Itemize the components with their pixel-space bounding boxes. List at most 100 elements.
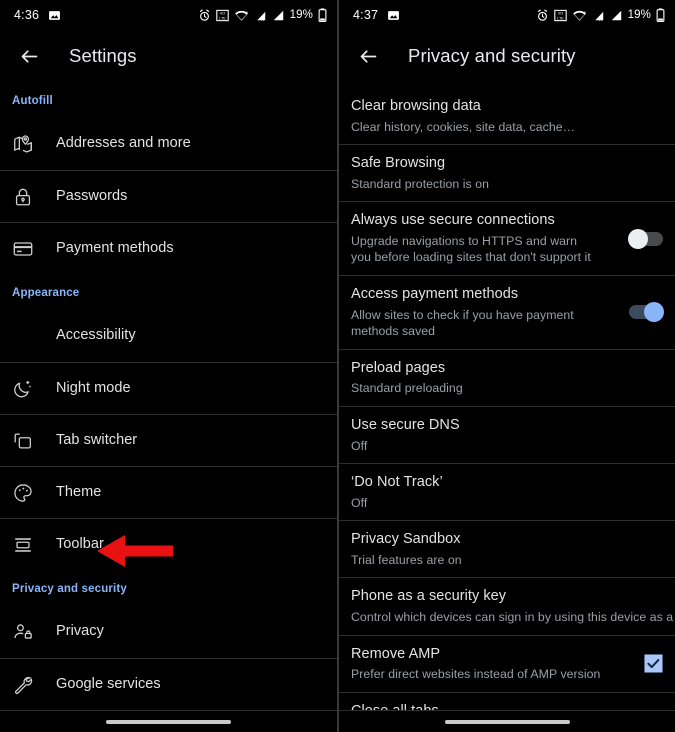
alarm-icon [537, 9, 547, 21]
palette-icon [12, 482, 56, 504]
wifi-off-icon: x [234, 9, 248, 21]
row-subtitle: Off [351, 495, 368, 510]
row-title: Passwords [56, 187, 128, 204]
sidebar-item-theme[interactable]: Theme [0, 466, 337, 518]
row-text: Google services [56, 666, 325, 704]
svg-text:LTE: LTE [557, 16, 564, 20]
row-title: Addresses and more [56, 135, 191, 152]
row-title: Night mode [56, 379, 131, 396]
row-text: Access payment methods Allow sites to ch… [351, 276, 621, 349]
toggle-access-payment-methods[interactable] [629, 302, 664, 323]
toggle-thumb [644, 302, 664, 323]
row-title: Tab switcher [56, 431, 138, 448]
sidebar-item-addresses-and-more[interactable]: Addresses and more [0, 118, 337, 170]
page-title: Settings [69, 45, 137, 66]
dual-screenshot-container: 4:36 VO LTE x R 19% Settings Autofill Ad… [0, 0, 675, 732]
image-icon [388, 10, 400, 20]
back-button[interactable] [14, 41, 44, 71]
list-item-always-use-secure-connections[interactable]: Always use secure connections Upgrade na… [339, 201, 675, 275]
row-text: Tab switcher [56, 422, 325, 460]
sidebar-item-google-services[interactable]: Google services [0, 658, 337, 710]
list-item-preload-pages[interactable]: Preload pages Standard preloading [339, 348, 675, 406]
home-indicator[interactable] [444, 719, 570, 724]
list-item-clear-browsing-data[interactable]: Clear browsing data Clear history, cooki… [339, 82, 675, 144]
svg-text:VO: VO [557, 11, 563, 15]
section-header-autofill: Autofill [12, 95, 53, 107]
status-bar-time: 4:36 [14, 8, 40, 22]
sidebar-item-passwords[interactable]: Passwords [0, 170, 337, 222]
sidebar-item-payment-methods[interactable]: Payment methods [0, 222, 337, 274]
addresses-icon [12, 133, 56, 155]
row-text: Preload pages Standard preloading [351, 350, 663, 406]
left-app-bar: Settings [0, 30, 337, 82]
home-indicator[interactable] [106, 719, 231, 724]
sidebar-item-toolbar[interactable]: Toolbar [0, 518, 337, 570]
arrow-back-icon [360, 49, 376, 63]
row-subtitle: Standard preloading [351, 381, 463, 396]
status-bar-system-icons: VO LTE x R 19% [536, 8, 665, 22]
lock-icon [12, 186, 56, 208]
row-title: Phone as a security key [351, 588, 507, 605]
signal-no-sim-icon: R [593, 9, 604, 22]
list-item-use-secure-dns[interactable]: Use secure DNS Off [339, 405, 675, 463]
row-text: Accessibility [56, 317, 325, 355]
battery-icon [318, 8, 327, 22]
row-control [644, 654, 663, 673]
signal-no-sim-icon: R [255, 9, 266, 22]
row-control [628, 228, 663, 249]
svg-text:VO: VO [219, 11, 225, 15]
right-phone-screen: 4:37 VO LTE x R 19% Privacy and security… [337, 0, 675, 732]
row-title: Remove AMP [351, 645, 441, 662]
row-text: Night mode [56, 370, 325, 408]
svg-text:R: R [599, 17, 602, 22]
status-bar-time: 4:37 [353, 8, 379, 22]
right-app-bar: Privacy and security [339, 30, 675, 82]
toggle-always-use-secure-connections[interactable] [628, 228, 663, 249]
row-title: Privacy [56, 623, 104, 640]
row-title: Use secure DNS [351, 416, 460, 433]
left-navigation-bar [0, 710, 337, 732]
list-item-safe-browsing[interactable]: Safe Browsing Standard protection is on [339, 144, 675, 201]
list-item-phone-as-a-security-key[interactable]: Phone as a security key Control which de… [339, 577, 675, 634]
sidebar-item-accessibility[interactable]: Accessibility [0, 310, 337, 362]
section-header-privacy-and-security: Privacy and security [12, 583, 127, 595]
arrow-back-icon [21, 49, 37, 63]
battery-percent-label: 19% [289, 9, 313, 21]
page-title: Privacy and security [408, 45, 576, 66]
back-button[interactable] [353, 41, 383, 71]
status-bar-notification-icons [387, 9, 400, 22]
sidebar-item-privacy[interactable]: Privacy [0, 606, 337, 658]
row-title: Payment methods [56, 239, 174, 256]
row-text: Safe Browsing Standard protection is on [351, 145, 663, 201]
row-text: Use secure DNS Off [351, 407, 663, 463]
svg-text:LTE: LTE [219, 16, 226, 20]
row-text: Remove AMP Prefer direct websites instea… [351, 636, 636, 692]
signal-bars-icon [273, 10, 283, 20]
signal-bars-icon [611, 10, 621, 20]
row-title: Accessibility [56, 327, 136, 344]
list-item-remove-amp[interactable]: Remove AMP Prefer direct websites instea… [339, 634, 675, 692]
sidebar-item-night-mode[interactable]: Night mode [0, 362, 337, 414]
battery-icon [656, 8, 665, 22]
list-item-access-payment-methods[interactable]: Access payment methods Allow sites to ch… [339, 275, 675, 349]
row-text: Always use secure connections Upgrade na… [351, 202, 621, 275]
image-icon [49, 10, 61, 20]
row-title: Safe Browsing [351, 155, 446, 172]
svg-text:x: x [245, 9, 248, 14]
tab-switcher-icon [12, 430, 56, 452]
row-title: Theme [56, 483, 102, 500]
checkbox-remove-amp[interactable] [644, 654, 663, 673]
row-text: Clear browsing data Clear history, cooki… [351, 88, 663, 144]
row-text: ‘Do Not Track’ Off [351, 464, 663, 520]
list-item-privacy-sandbox[interactable]: Privacy Sandbox Trial features are on [339, 520, 675, 577]
row-text: Theme [56, 474, 325, 512]
row-subtitle: Clear history, cookies, site data, cache… [351, 119, 575, 134]
section-header-appearance: Appearance [12, 287, 80, 299]
svg-text:x: x [583, 9, 586, 14]
left-status-bar: 4:36 VO LTE x R 19% [0, 0, 337, 30]
row-text: Toolbar [56, 526, 325, 564]
right-navigation-bar [339, 710, 675, 732]
list-item-do-not-track[interactable]: ‘Do Not Track’ Off [339, 463, 675, 520]
row-subtitle: Prefer direct websites instead of AMP ve… [351, 667, 601, 682]
sidebar-item-tab-switcher[interactable]: Tab switcher [0, 414, 337, 466]
